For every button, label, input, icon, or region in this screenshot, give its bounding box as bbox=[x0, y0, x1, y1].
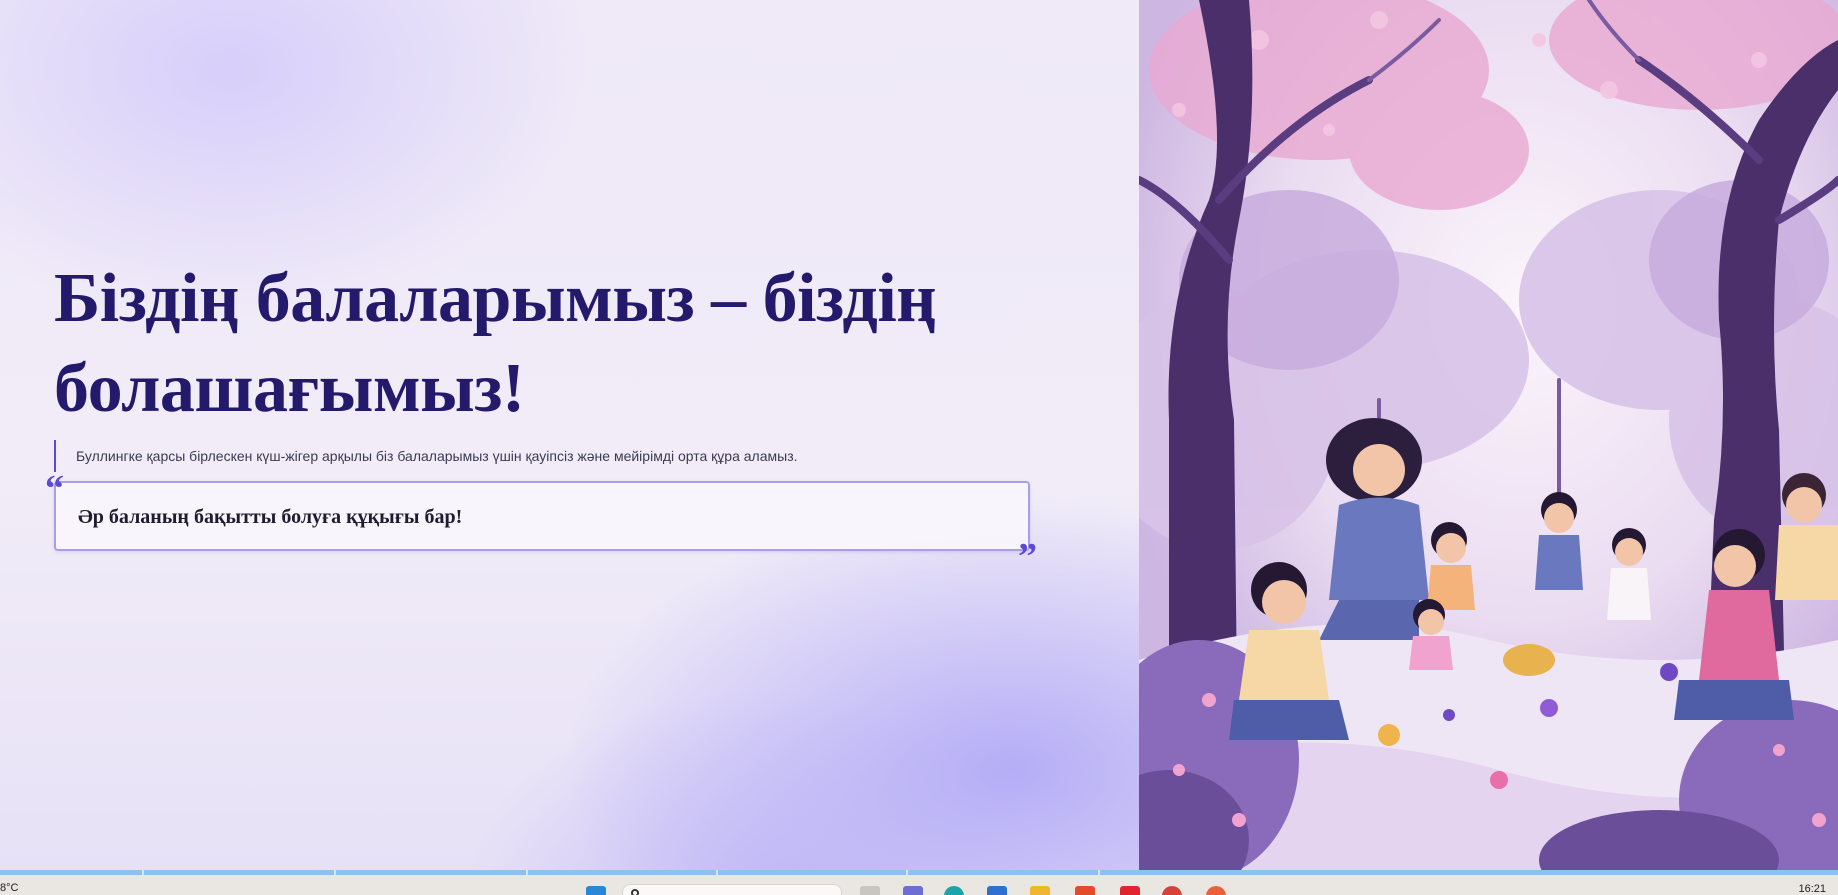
browser-icon[interactable] bbox=[1206, 886, 1226, 895]
clock[interactable]: 16:21 bbox=[1798, 883, 1826, 895]
taskbar: 8°C 16:21 bbox=[0, 875, 1838, 895]
office-icon[interactable] bbox=[1075, 886, 1095, 895]
file-explorer-icon[interactable] bbox=[1030, 886, 1050, 895]
taskbar-search-box[interactable] bbox=[622, 884, 842, 895]
windows-start-icon[interactable] bbox=[586, 886, 606, 895]
quote-box: Әр баланың бақытты болуға құқығы бар! bbox=[54, 481, 1030, 551]
slide-subtitle: Буллингке қарсы бірлескен күш-жігер арқы… bbox=[54, 440, 798, 472]
illustration-svg bbox=[1139, 0, 1838, 872]
children-playing-illustration bbox=[1139, 0, 1838, 872]
quote-close-icon: ” bbox=[1018, 536, 1037, 578]
search-icon bbox=[631, 889, 639, 895]
task-view-icon[interactable] bbox=[860, 886, 880, 895]
chrome-icon[interactable] bbox=[1162, 886, 1182, 895]
edge-icon[interactable] bbox=[944, 886, 964, 895]
youtube-icon[interactable] bbox=[1120, 886, 1140, 895]
slide-content-panel: Біздің балаларымыз – біздің болашағымыз!… bbox=[0, 0, 1139, 872]
quote-open-icon: “ bbox=[45, 468, 64, 510]
slide-headline: Біздің балаларымыз – біздің болашағымыз! bbox=[54, 260, 937, 427]
quote-text: Әр баланың бақытты болуға құқығы бар! bbox=[78, 506, 463, 528]
mail-icon[interactable] bbox=[987, 886, 1007, 895]
weather-widget[interactable]: 8°C bbox=[0, 882, 18, 895]
screen: Біздің балаларымыз – біздің болашағымыз!… bbox=[0, 0, 1838, 895]
teams-icon[interactable] bbox=[903, 886, 923, 895]
